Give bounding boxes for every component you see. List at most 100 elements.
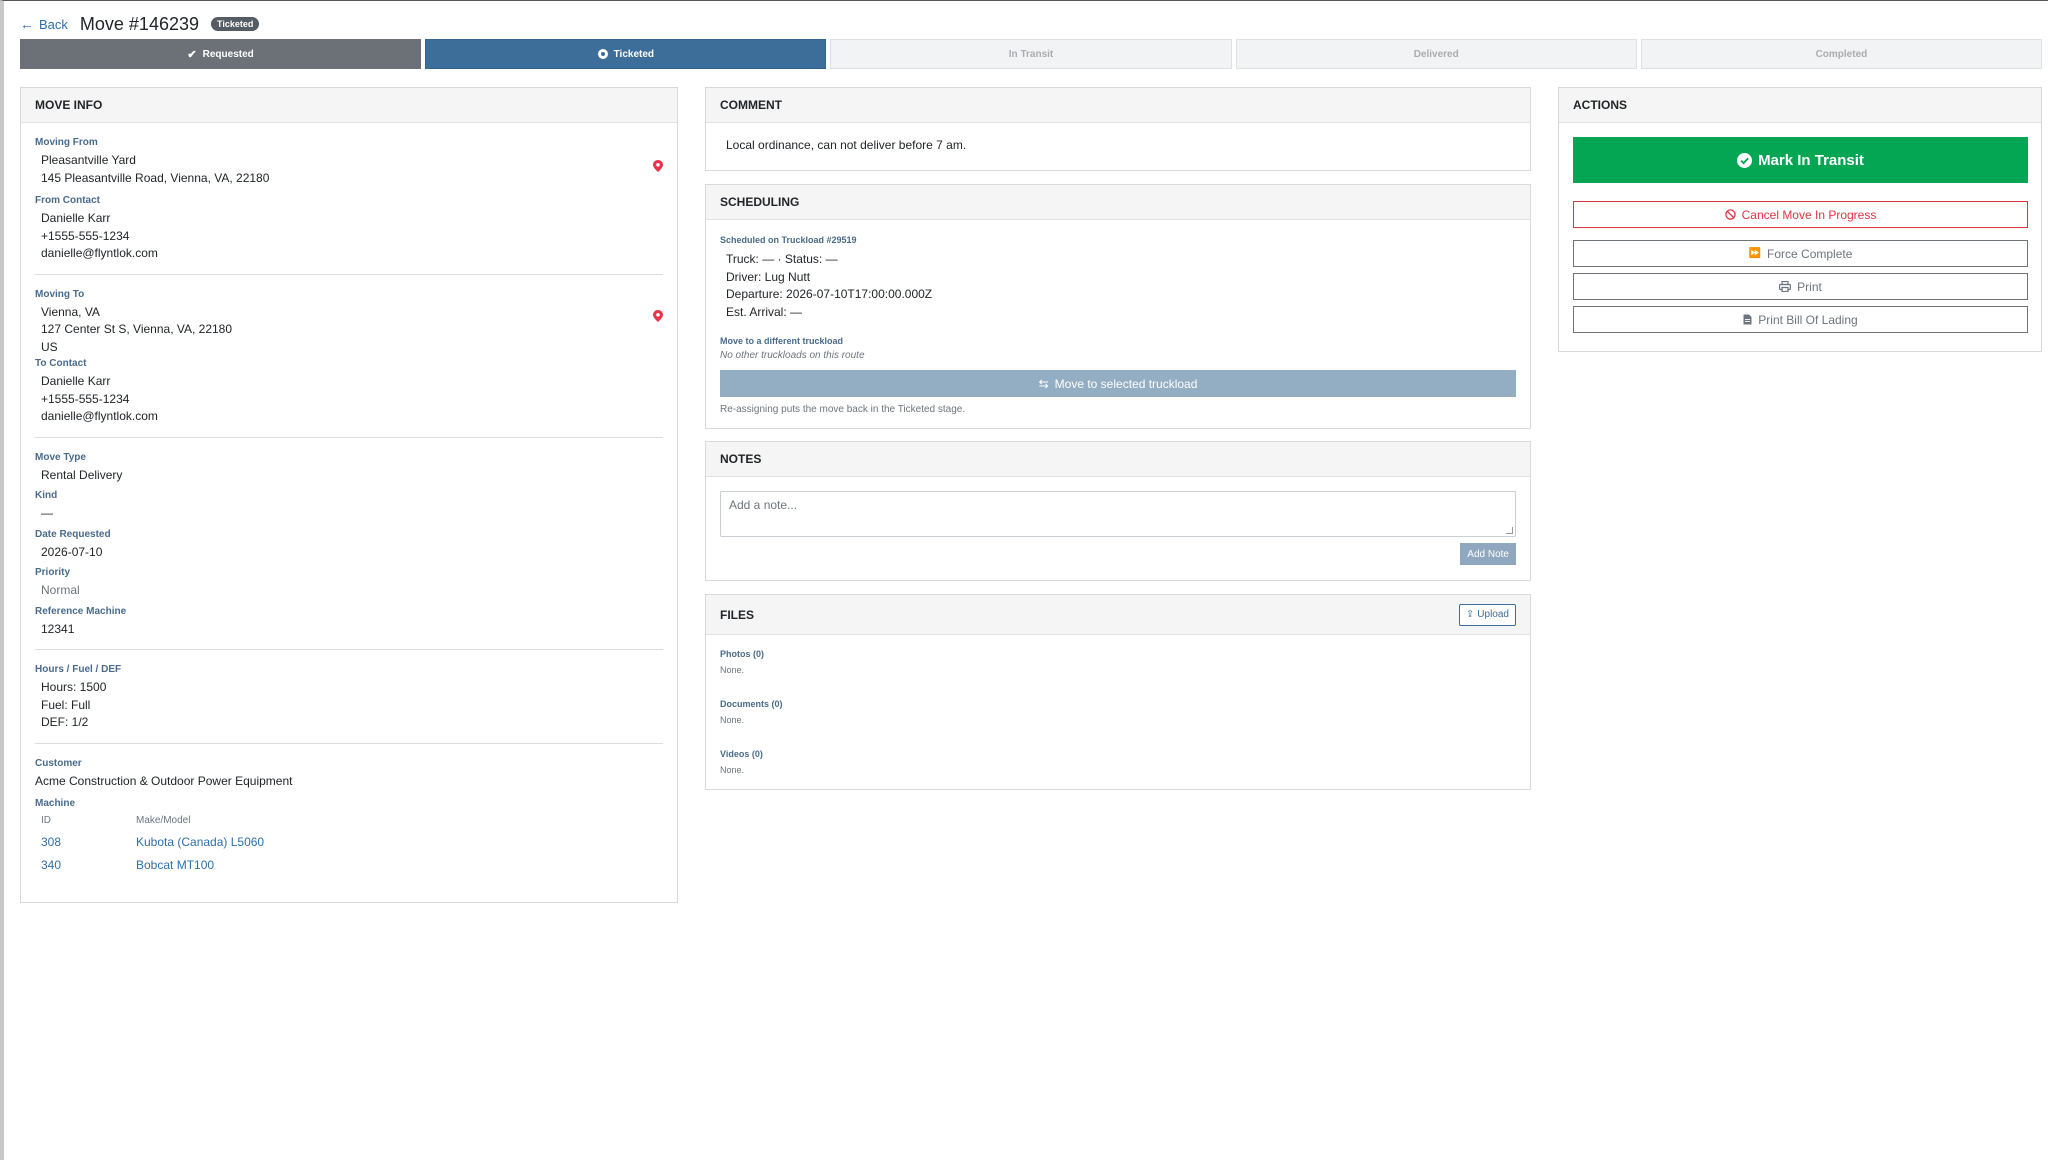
notes-card: NOTES Add a note... Add Note — [705, 441, 1531, 581]
move-type-value: Rental Delivery — [41, 467, 123, 482]
documents-label: Documents (0) — [720, 699, 783, 709]
hours-value: Hours: 1500 — [41, 680, 107, 694]
actions-body: Mark In Transit Cancel Move In Progress … — [1559, 123, 2041, 347]
printer-icon — [1779, 281, 1792, 292]
reassign-help-text: Re-assigning puts the move back in the T… — [720, 404, 966, 415]
resize-handle[interactable] — [1506, 527, 1513, 534]
page-title: Move #146239 — [79, 13, 199, 34]
column-header-id: ID — [41, 815, 51, 826]
note-placeholder: Add a note... — [729, 498, 798, 512]
step-label: Requested — [202, 48, 254, 60]
files-title: FILES — [720, 607, 755, 622]
upload-button[interactable]: ⇪ Upload — [1458, 603, 1516, 626]
actions-title: ACTIONS — [1573, 98, 1627, 112]
machine-label: Machine — [35, 798, 76, 809]
map-pin-icon[interactable] — [653, 310, 663, 322]
def-value: DEF: 1/2 — [41, 715, 89, 729]
from-contact-label: From Contact — [35, 195, 100, 206]
from-contact-email: danielle@flyntlok.com — [41, 246, 158, 260]
card-title: MOVE INFO — [21, 88, 677, 123]
customer-value: Acme Construction & Outdoor Power Equipm… — [35, 773, 293, 788]
step-requested: ✔ Requested — [20, 39, 422, 69]
print-bol-label: Print Bill Of Lading — [1758, 312, 1858, 327]
scheduling-body: Scheduled on Truckload #29519 Truck: — ·… — [706, 220, 1530, 430]
table-row: 340 Bobcat MT100 — [41, 855, 264, 878]
machine-id-link[interactable]: 340 — [41, 855, 136, 878]
machine-make-model-link[interactable]: Bobcat MT100 — [136, 855, 264, 878]
notes-body: Add a note... Add Note — [706, 477, 1530, 579]
scheduling-card: SCHEDULING Scheduled on Truckload #29519… — [705, 184, 1531, 429]
cancel-move-button[interactable]: Cancel Move In Progress — [1573, 201, 2028, 228]
moving-from-name: Pleasantville Yard — [41, 153, 136, 167]
force-complete-label: Force Complete — [1767, 246, 1853, 261]
to-contact-email: danielle@flyntlok.com — [41, 409, 158, 423]
card-title: NOTES — [706, 442, 1530, 477]
comment-text: Local ordinance, can not deliver before … — [726, 138, 967, 152]
card-title: ACTIONS — [1559, 88, 2041, 123]
column-header-make-model: Make/Model — [136, 815, 191, 826]
date-requested-label: Date Requested — [35, 528, 111, 540]
step-label: Ticketed — [613, 48, 654, 60]
no-truckloads-text: No other truckloads on this route — [720, 350, 865, 361]
step-label: In Transit — [1008, 48, 1054, 60]
file-icon — [1743, 314, 1752, 325]
mark-in-transit-button[interactable]: Mark In Transit — [1573, 137, 2028, 183]
print-button[interactable]: Print — [1573, 273, 2028, 300]
kind-label: Kind — [35, 490, 58, 501]
moving-to-name: Vienna, VA — [41, 304, 100, 319]
step-completed: Completed — [1640, 39, 2043, 69]
page-header: ← Back Move #146239 Ticketed — [20, 13, 260, 35]
ban-icon — [1724, 209, 1736, 220]
print-label: Print — [1797, 279, 1822, 294]
table-row: 308 Kubota (Canada) L5060 — [41, 832, 264, 855]
to-contact-phone: +1555-555-1234 — [41, 391, 130, 406]
to-contact-label: To Contact — [35, 358, 87, 369]
card-title: SCHEDULING — [706, 185, 1530, 220]
progress-stepper: ✔ Requested Ticketed In Transit Delivere… — [20, 39, 2043, 69]
fuel-value: Fuel: Full — [41, 697, 91, 712]
force-complete-button[interactable]: ⏩ Force Complete — [1573, 240, 2028, 267]
machine-make-model-link[interactable]: Kubota (Canada) L5060 — [136, 832, 264, 855]
step-delivered: Delivered — [1235, 39, 1637, 69]
upload-icon: ⇪ — [1465, 609, 1475, 620]
move-type-label: Move Type — [35, 451, 86, 463]
scheduled-truckload-label: Scheduled on Truckload #29519 — [720, 235, 857, 245]
videos-label: Videos (0) — [720, 749, 763, 759]
moving-to-country: US — [41, 339, 58, 354]
add-note-button[interactable]: Add Note — [1460, 543, 1516, 565]
back-label: Back — [39, 16, 68, 32]
step-label: Delivered — [1413, 48, 1459, 60]
mark-in-transit-label: Mark In Transit — [1758, 151, 1864, 169]
driver: Driver: Lug Nutt — [726, 269, 811, 284]
machine-table: ID Make/Model 308 Kubota (Canada) L5060 … — [41, 813, 264, 878]
reference-machine-value: 12341 — [41, 621, 75, 636]
scheduling-title: SCHEDULING — [720, 195, 800, 209]
map-pin-icon[interactable] — [653, 160, 663, 172]
back-link[interactable]: ← Back — [20, 16, 68, 32]
departure: Departure: 2026-07-10T17:00:00.000Z — [726, 287, 933, 301]
notes-actions: Add Note — [720, 543, 1516, 565]
machine-id-link[interactable]: 308 — [41, 832, 136, 855]
table-header-row: ID Make/Model — [41, 813, 264, 832]
moving-to-label: Moving To — [35, 288, 85, 300]
move-info-title: MOVE INFO — [35, 98, 103, 112]
move-info-body: Moving From Pleasantville Yard 145 Pleas… — [21, 123, 677, 892]
notes-title: NOTES — [720, 452, 762, 466]
moving-from-label: Moving From — [35, 137, 98, 148]
card-title: FILES ⇪ Upload — [706, 595, 1530, 635]
dot-circle-icon — [597, 49, 608, 59]
arrow-left-icon: ← — [20, 16, 34, 32]
moving-from-address: 145 Pleasantville Road, Vienna, VA, 2218… — [41, 170, 270, 185]
est-arrival: Est. Arrival: — — [726, 304, 803, 319]
step-label: Completed — [1815, 48, 1868, 60]
divider — [35, 742, 663, 744]
customer-label: Customer — [35, 757, 82, 769]
note-textarea[interactable]: Add a note... — [720, 491, 1516, 537]
print-bol-button[interactable]: Print Bill Of Lading — [1573, 306, 2028, 333]
check-circle-icon — [1737, 152, 1753, 168]
date-requested-value: 2026-07-10 — [41, 544, 103, 559]
divider — [35, 273, 663, 275]
move-to-truckload-label: Move to selected truckload — [1054, 376, 1198, 391]
comment-body: Local ordinance, can not deliver before … — [706, 123, 1530, 167]
move-to-truckload-button[interactable]: ⇆ Move to selected truckload — [720, 370, 1516, 397]
